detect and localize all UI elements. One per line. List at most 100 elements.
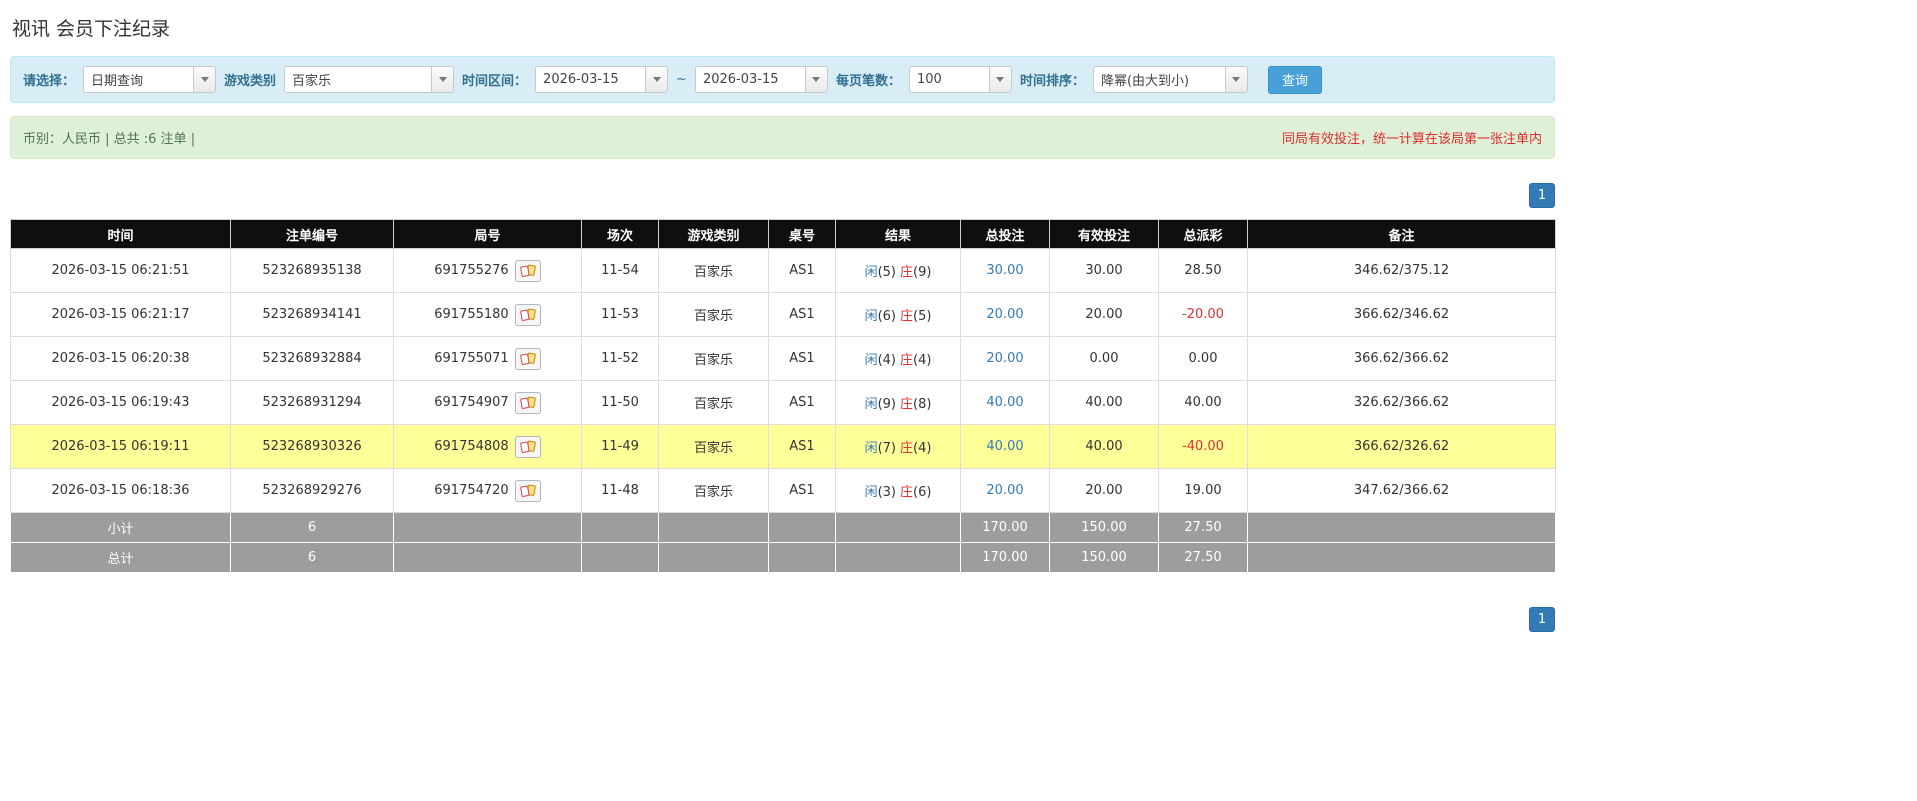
- banker-score: (9): [913, 265, 932, 280]
- chevron-down-icon[interactable]: [645, 67, 668, 92]
- session-number: 11-54: [581, 248, 659, 293]
- payout: 0.00: [1158, 336, 1248, 381]
- footer-count: 6: [230, 512, 394, 543]
- footer-payout: 27.50: [1158, 542, 1248, 573]
- column-header: 总投注: [960, 219, 1050, 249]
- column-header: 备注: [1247, 219, 1556, 249]
- bet-id: 523268932884: [230, 336, 394, 381]
- cards-icon: [519, 264, 536, 277]
- page-1-button[interactable]: 1: [1529, 607, 1555, 632]
- chevron-down-icon[interactable]: [988, 67, 1011, 92]
- player-result: 闲: [864, 353, 878, 368]
- banker-result: 庄: [900, 265, 914, 280]
- banker-score: (8): [913, 397, 932, 412]
- footer-total-bet: 170.00: [960, 542, 1050, 573]
- game-type-label: 游戏类别: [224, 74, 277, 89]
- banker-result: 庄: [900, 441, 914, 456]
- chevron-down-icon[interactable]: [193, 67, 216, 92]
- game-type: 百家乐: [658, 424, 769, 469]
- column-header: 场次: [581, 219, 659, 249]
- caret-icon: [1232, 77, 1241, 82]
- date-to-select[interactable]: [694, 66, 828, 93]
- sort-order-label: 时间排序：: [1019, 74, 1085, 89]
- valid-bet: 30.00: [1049, 248, 1159, 293]
- column-header: 总派彩: [1158, 219, 1248, 249]
- bet-time: 2026-03-15 06:19:43: [10, 380, 231, 425]
- session-number: 11-50: [581, 380, 659, 425]
- balance-note: 346.62/375.12: [1247, 248, 1556, 293]
- total-bet-link[interactable]: 20.00: [960, 468, 1050, 513]
- round-preview-button[interactable]: [514, 391, 541, 414]
- balance-note: 366.62/366.62: [1247, 336, 1556, 381]
- table-header: 时间 注单编号 局号 场次 游戏类别 桌号 结果 总投注 有效投注 总派彩 备注: [10, 219, 1556, 249]
- bet-time: 2026-03-15 06:21:51: [10, 248, 231, 293]
- total-bet-link[interactable]: 40.00: [960, 380, 1050, 425]
- valid-bet: 20.00: [1049, 468, 1159, 513]
- caret-icon: [438, 77, 447, 82]
- result-cell: 闲(5) 庄(9): [835, 248, 961, 293]
- player-score: (7): [877, 441, 896, 456]
- table-number: AS1: [768, 468, 836, 513]
- balance-note: 366.62/346.62: [1247, 292, 1556, 337]
- date-from-input[interactable]: [536, 67, 646, 92]
- player-score: (4): [877, 353, 896, 368]
- round-number: 691755180: [434, 307, 509, 322]
- page-size-input[interactable]: [909, 67, 989, 92]
- round-number: 691755071: [434, 351, 509, 366]
- bets-table: 时间 注单编号 局号 场次 游戏类别 桌号 结果 总投注 有效投注 总派彩 备注 2026-03-1…: [10, 219, 1556, 573]
- bet-time: 2026-03-15 06:20:38: [10, 336, 231, 381]
- round-cell: 691755276: [393, 248, 582, 293]
- balance-note: 347.62/366.62: [1247, 468, 1556, 513]
- table-number: AS1: [768, 292, 836, 337]
- total-bet-link[interactable]: 20.00: [960, 336, 1050, 381]
- game-type-select[interactable]: [284, 66, 455, 93]
- session-number: 11-52: [581, 336, 659, 381]
- chevron-down-icon[interactable]: [804, 67, 827, 92]
- date-from-select[interactable]: [535, 66, 669, 93]
- bottom-pagination: 1: [10, 607, 1555, 632]
- round-preview-button[interactable]: [514, 435, 541, 458]
- filter-bar: 请选择： 游戏类别 时间区间： ~ 每页笔数： 时间排序：: [10, 56, 1555, 103]
- footer-valid-bet: 150.00: [1049, 542, 1159, 573]
- footer-valid-bet: 150.00: [1049, 512, 1159, 543]
- round-number: 691754907: [434, 395, 509, 410]
- round-number: 691754808: [434, 439, 509, 454]
- round-number: 691755276: [434, 263, 509, 278]
- page-1-button[interactable]: 1: [1529, 183, 1555, 208]
- player-score: (6): [877, 309, 896, 324]
- game-type-input[interactable]: [285, 67, 432, 92]
- query-type-input[interactable]: [84, 67, 194, 92]
- player-result: 闲: [864, 441, 878, 456]
- sort-order-select[interactable]: [1092, 66, 1248, 93]
- caret-icon: [652, 77, 661, 82]
- table-number: AS1: [768, 336, 836, 381]
- player-score: (5): [877, 265, 896, 280]
- chevron-down-icon[interactable]: [431, 67, 454, 92]
- search-button[interactable]: 查询: [1267, 65, 1322, 94]
- round-preview-button[interactable]: [514, 303, 541, 326]
- player-score: (9): [877, 397, 896, 412]
- table-number: AS1: [768, 248, 836, 293]
- chevron-down-icon[interactable]: [1224, 67, 1247, 92]
- page-size-select[interactable]: [908, 66, 1012, 93]
- round-preview-button[interactable]: [514, 479, 541, 502]
- range-separator: ~: [676, 72, 687, 87]
- date-to-input[interactable]: [695, 67, 805, 92]
- banker-score: (4): [913, 353, 932, 368]
- query-type-select[interactable]: [83, 66, 217, 93]
- result-cell: 闲(7) 庄(4): [835, 424, 961, 469]
- total-bet-link[interactable]: 30.00: [960, 248, 1050, 293]
- game-type: 百家乐: [658, 248, 769, 293]
- bet-id: 523268929276: [230, 468, 394, 513]
- round-preview-button[interactable]: [514, 259, 541, 282]
- bet-id: 523268931294: [230, 380, 394, 425]
- round-preview-button[interactable]: [514, 347, 541, 370]
- total-bet-link[interactable]: 20.00: [960, 292, 1050, 337]
- bet-row: 2026-03-15 06:21:17 523268934141 691755180…: [10, 292, 1556, 337]
- sort-order-input[interactable]: [1093, 67, 1225, 92]
- footer-payout: 27.50: [1158, 512, 1248, 543]
- bet-time: 2026-03-15 06:19:11: [10, 424, 231, 469]
- banker-result: 庄: [900, 353, 914, 368]
- round-cell: 691755180: [393, 292, 582, 337]
- total-bet-link[interactable]: 40.00: [960, 424, 1050, 469]
